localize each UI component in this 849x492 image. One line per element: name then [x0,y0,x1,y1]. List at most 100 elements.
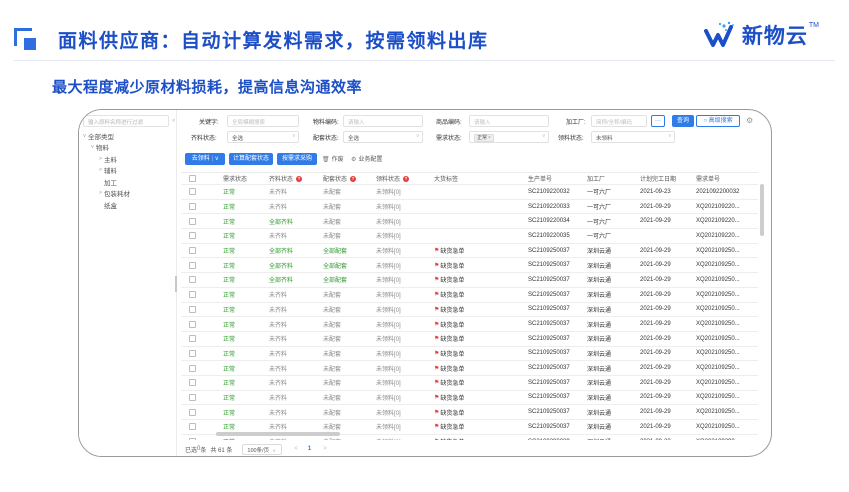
business-config-button[interactable]: ⚙ 业务配置 [351,154,382,163]
cell-prep-status: 全部齐料 [269,249,294,256]
cell-production-order: SC2109250037 [528,321,570,328]
cell-pick-status: 未领料[0] [376,249,401,256]
col-header-demand-status[interactable]: 需求状态 [223,173,247,184]
row-checkbox[interactable] [189,261,196,269]
query-button[interactable]: 查询 [672,115,694,127]
purchase-on-demand-button[interactable]: 按需求采购 [277,153,317,165]
table-row[interactable]: 正常 未齐料 未配套 未领料[0] SC2109220033 一可六厂 2021-09-29… [181,200,758,215]
cell-pick-status: 未领料[0] [376,425,401,432]
table-row[interactable]: 正常 全部齐料 全部配套 未领料[0] ⚑ 缺货急单 SC2109250037 深圳云通 202… [181,258,758,274]
cell-production-order: SC2109250037 [528,379,570,386]
table-row[interactable]: 正常 未齐料 未配套 未领料[0] ⚑ 缺货急单 SC2109250037 深圳云通 2021-… [181,288,758,303]
pick-status-select[interactable]: 未领料 v [591,131,675,143]
help-icon[interactable]: ? [403,175,410,182]
cell-production-order: SC2109250037 [528,276,570,283]
row-checkbox[interactable] [189,217,196,225]
row-checkbox[interactable] [189,379,196,387]
table-row[interactable]: 正常 全部齐料 未配套 未领料[0] SC2109220034 一可六厂 2021-09-2… [181,214,758,230]
tree-item-material[interactable]: v 物料 [79,142,175,154]
cell-demand-no: 2021092200032 [696,188,740,195]
row-checkbox[interactable] [189,291,196,299]
tree-item-carton[interactable]: 纸盒 [79,199,175,211]
product-code-input[interactable]: 请输入 [469,115,549,127]
close-icon[interactable]: × [488,135,491,141]
row-checkbox[interactable] [189,188,196,196]
row-checkbox[interactable] [189,364,196,372]
row-checkbox[interactable] [189,305,196,313]
table-row[interactable]: 正常 未齐料 未配套 未领料[0] ⚑ 缺货急单 SC2109250037 深圳云通 2021-… [181,361,758,376]
demand-status-select[interactable]: 正常× v [469,131,549,143]
cell-factory: 深圳云通 [587,381,612,388]
status-chip[interactable]: 正常× [474,134,494,142]
table-row[interactable]: 正常 未齐料 未配套 未领料[0] ⚑ 缺货急单 SC2109250037 深圳云通 2021-… [181,391,758,406]
tree-item-packaging[interactable]: > 包装耗材 [79,188,175,200]
col-header-plan-date[interactable]: 计划完工日期 [640,173,676,184]
select-all-checkbox[interactable] [189,175,196,182]
help-icon[interactable]: ? [296,175,303,182]
table-row[interactable]: 正常 未齐料 未配套 未领料[0] ⚑ 缺货急单 SC2109250037 深圳云通 2021-… [181,332,758,347]
row-checkbox[interactable] [189,438,196,440]
table-row[interactable]: 正常 全部齐料 全部配套 未领料[0] ⚑ 缺货急单 SC2109250037 深圳云通 202… [181,273,758,288]
next-page-button[interactable]: > [323,446,327,452]
row-checkbox[interactable] [189,393,196,401]
tree-item-auxiliary[interactable]: > 辅料 [79,165,175,177]
table-row[interactable]: 正常 未齐料 未配套 未领料[0] ⚑ 缺货急单 SC2109250037 深圳云通 2021-… [181,376,758,391]
collapse-icon[interactable]: « [172,118,175,124]
chevron-down-icon[interactable]: v [215,156,218,162]
vertical-scrollbar[interactable] [760,184,764,236]
material-code-input[interactable]: 请输入 [343,115,423,127]
cell-factory: 一可六厂 [587,234,612,241]
row-checkbox[interactable] [189,203,196,211]
page-size-select[interactable]: 100条/页 v [242,443,283,455]
table-row[interactable]: 正常 未齐料 未配套 未领料[0] ⚑ 缺货急单 SC2109250037 深圳云通 2021-… [181,347,758,362]
factory-more-button[interactable]: ··· [651,115,665,127]
tree-item-processing[interactable]: 加工 [79,176,175,188]
help-icon[interactable]: ? [350,175,357,182]
tree-item-main-material[interactable]: > 主料 [79,153,175,165]
row-checkbox[interactable] [189,247,196,255]
cell-pick-status: 未领料[0] [376,307,401,314]
table-row[interactable]: 正常 未齐料 未配套 未领料[0] SC2109220032 一可六厂 2021-09-23… [181,185,758,200]
col-header-dist-status[interactable]: 配套状态? [323,173,357,184]
tree-item-all-types[interactable]: v 全部类型 [79,130,175,142]
horizontal-scrollbar[interactable] [216,432,340,436]
row-checkbox[interactable] [189,320,196,328]
dist-status-select[interactable]: 全选 v [343,131,423,143]
col-header-production-order[interactable]: 生产单号 [528,173,552,184]
factory-input[interactable]: 简称/全称/编码 [591,115,647,127]
prev-page-button[interactable]: < [294,446,298,452]
pick-material-button[interactable]: 去领料 | v [185,153,225,165]
cell-bulk-tag: ⚑缺货急单 [434,365,465,373]
row-checkbox[interactable] [189,335,196,343]
cell-pick-status: 未领料[0] [376,322,401,329]
table-row[interactable]: 正常 未齐料 未配套 未领料[0] ⚑ 缺货急单 SC2109250037 深圳云通 2021-… [181,303,758,318]
cell-demand-no: XQ202109250... [696,247,740,254]
row-checkbox[interactable] [189,349,196,357]
flag-icon: ⚑ [434,262,440,269]
tree-search-input[interactable]: 输入原料名称进行过滤 [83,115,169,127]
row-checkbox[interactable] [189,423,196,431]
table-row[interactable]: 正常 未齐料 未配套 未领料[0] SC2109220035 一可六厂 XQ20210922… [181,229,758,244]
flag-icon: ⚑ [434,424,440,431]
flag-icon: ⚑ [434,365,440,372]
col-header-prep-status[interactable]: 齐料状态? [269,173,303,184]
calc-match-status-button[interactable]: 计算配套状态 [229,153,273,165]
table-row[interactable]: 正常 未齐料 未配套 未领料[0] ⚑ 缺货急单 SC2109250037 深圳云通 2021-… [181,317,758,332]
keyword-input[interactable]: 全局模糊搜索 [227,115,299,127]
col-header-factory[interactable]: 加工厂 [587,173,605,184]
panel-resize-handle[interactable] [175,276,177,292]
cell-demand-status: 正常 [223,263,236,270]
advanced-search-button[interactable]: ○ 高级搜索 [696,115,740,127]
row-checkbox[interactable] [189,232,196,240]
void-button[interactable]: 🗑 作废 [322,154,344,163]
table-row[interactable]: 正常 全部齐料 全部配套 未领料[0] ⚑ 缺货急单 SC2109250037 深圳云通 202… [181,244,758,259]
row-checkbox[interactable] [189,276,196,284]
table-row[interactable]: 正常 未齐料 未配套 未领料[0] ⚑ 缺货急单 SC2109250037 深圳云通 2021-… [181,405,758,420]
prep-status-select[interactable]: 全选 v [227,131,299,143]
col-header-demand-no[interactable]: 需求单号 [696,173,754,184]
row-checkbox[interactable] [189,408,196,416]
current-page[interactable]: 1 [308,446,311,452]
col-header-pick-status[interactable]: 领料状态? [376,173,410,184]
col-header-bulk-tag[interactable]: 大货标签 [434,173,458,184]
gear-icon[interactable]: ⚙ [746,116,753,125]
